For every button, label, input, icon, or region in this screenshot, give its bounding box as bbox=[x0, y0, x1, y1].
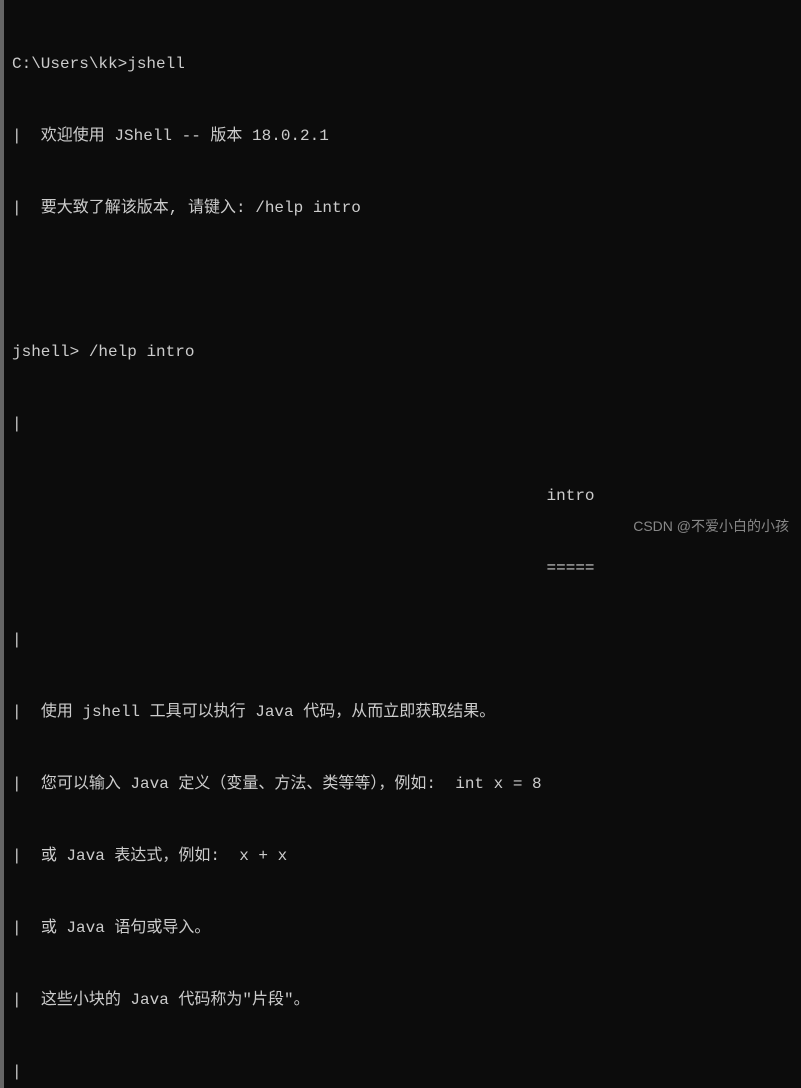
intro-underline: ===== bbox=[12, 556, 793, 580]
user-command: /help intro bbox=[89, 343, 195, 361]
blank-pipe: | bbox=[12, 412, 793, 436]
help-text: | 或 Java 表达式，例如: x + x bbox=[12, 844, 793, 868]
terminal-output[interactable]: C:\Users\kk>jshell | 欢迎使用 JShell -- 版本 1… bbox=[0, 0, 801, 1088]
blank-pipe: | bbox=[12, 1060, 793, 1084]
welcome-text: | 欢迎使用 JShell -- 版本 18.0.2.1 bbox=[12, 124, 793, 148]
jshell-prompt: jshell> bbox=[12, 343, 79, 361]
cmd-input: jshell bbox=[127, 55, 185, 73]
blank-line bbox=[12, 268, 793, 292]
watermark: CSDN @不爱小白的小孩 bbox=[633, 516, 789, 536]
help-text: | 这些小块的 Java 代码称为"片段"。 bbox=[12, 988, 793, 1012]
command-prompt-line: C:\Users\kk>jshell bbox=[12, 52, 793, 76]
cmd-prompt: C:\Users\kk> bbox=[12, 55, 127, 73]
jshell-prompt-line: jshell> /help intro bbox=[12, 340, 793, 364]
help-text: | 或 Java 语句或导入。 bbox=[12, 916, 793, 940]
help-text: | 您可以输入 Java 定义（变量、方法、类等等），例如: int x = 8 bbox=[12, 772, 793, 796]
hint-text: | 要大致了解该版本, 请键入: /help intro bbox=[12, 196, 793, 220]
intro-title: intro bbox=[12, 484, 793, 508]
help-text: | 使用 jshell 工具可以执行 Java 代码，从而立即获取结果。 bbox=[12, 700, 793, 724]
blank-pipe: | bbox=[12, 628, 793, 652]
